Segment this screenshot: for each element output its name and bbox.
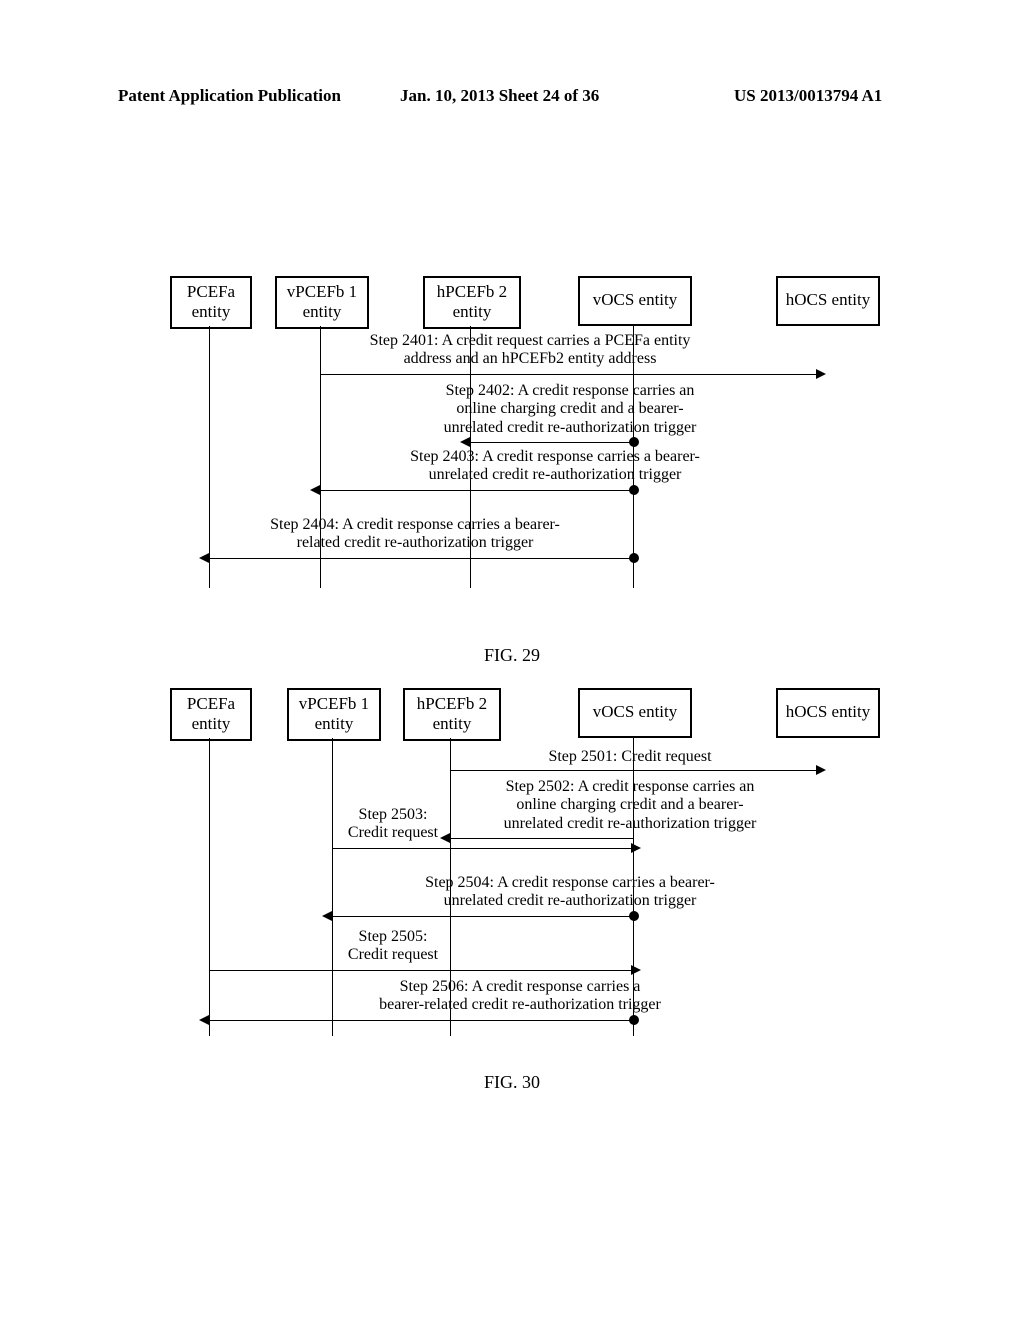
arrow-head	[310, 485, 320, 495]
step-text: Step 2502: A credit response carries ano…	[504, 778, 757, 832]
fig29-step-2401: Step 2401: A credit request carries a PC…	[330, 332, 730, 369]
fig29-step-2403: Step 2403: A credit response carries a b…	[360, 448, 750, 485]
figure-30-label: FIG. 30	[0, 1072, 1024, 1093]
figure-30: PCEFaentity vPCEFb 1entity hPCEFb 2entit…	[170, 688, 890, 1048]
lifeline	[209, 738, 210, 1036]
entity-label: vOCS entity	[593, 290, 678, 309]
header-center: Jan. 10, 2013 Sheet 24 of 36	[400, 86, 599, 106]
entity-label: hPCEFb 2entity	[437, 282, 507, 321]
fig29-step-2404: Step 2404: A credit response carries a b…	[220, 516, 610, 553]
entity-label: vPCEFb 1entity	[299, 694, 369, 733]
arrow	[470, 442, 633, 443]
fig30-entity-vpcefb1: vPCEFb 1entity	[287, 688, 381, 741]
fig29-entity-pcefa: PCEFaentity	[170, 276, 252, 329]
header-right: US 2013/0013794 A1	[734, 86, 882, 106]
arrow-origin-dot	[629, 437, 639, 447]
arrow	[332, 916, 633, 917]
entity-label: PCEFaentity	[187, 282, 235, 321]
arrow	[450, 838, 633, 839]
arrow-head	[631, 965, 641, 975]
figure-29: PCEFaentity vPCEFb 1entity hPCEFb 2entit…	[170, 276, 890, 596]
arrow	[332, 848, 633, 849]
step-text: Step 2504: A credit response carries a b…	[425, 874, 715, 909]
lifeline	[209, 326, 210, 588]
fig-label-text: FIG. 30	[484, 1072, 540, 1092]
step-text: Step 2501: Credit request	[548, 748, 711, 765]
entity-label: vOCS entity	[593, 702, 678, 721]
fig30-step-2501: Step 2501: Credit request	[500, 748, 760, 766]
fig30-step-2503: Step 2503:Credit request	[328, 806, 458, 843]
fig30-step-2505: Step 2505:Credit request	[328, 928, 458, 965]
fig-label-text: FIG. 29	[484, 645, 540, 665]
fig29-entity-vpcefb1: vPCEFb 1entity	[275, 276, 369, 329]
fig29-entity-hocs: hOCS entity	[776, 276, 880, 326]
arrow-head	[199, 553, 209, 563]
entity-label: vPCEFb 1entity	[287, 282, 357, 321]
arrow	[209, 970, 633, 971]
entity-label: hOCS entity	[786, 290, 871, 309]
fig30-entity-vocs: vOCS entity	[578, 688, 692, 738]
fig30-entity-hpcefb2: hPCEFb 2entity	[403, 688, 501, 741]
step-text: Step 2403: A credit response carries a b…	[410, 448, 700, 483]
arrow	[209, 558, 633, 559]
fig30-entity-pcefa: PCEFaentity	[170, 688, 252, 741]
arrow-head	[631, 843, 641, 853]
step-text: Step 2505:Credit request	[348, 928, 438, 963]
arrow-origin-dot	[629, 485, 639, 495]
fig30-step-2502: Step 2502: A credit response carries ano…	[460, 778, 800, 833]
header-left: Patent Application Publication	[118, 86, 341, 106]
entity-label: hOCS entity	[786, 702, 871, 721]
arrow	[450, 770, 818, 771]
fig30-step-2504: Step 2504: A credit response carries a b…	[375, 874, 765, 911]
step-text: Step 2401: A credit request carries a PC…	[370, 332, 691, 367]
fig29-entity-vocs: vOCS entity	[578, 276, 692, 326]
arrow-origin-dot	[629, 1015, 639, 1025]
arrow-origin-dot	[629, 911, 639, 921]
entity-label: PCEFaentity	[187, 694, 235, 733]
fig30-entity-hocs: hOCS entity	[776, 688, 880, 738]
step-text: Step 2402: A credit response carries ano…	[444, 382, 697, 436]
arrow-origin-dot	[629, 553, 639, 563]
arrow	[320, 374, 818, 375]
arrow-head	[322, 911, 332, 921]
fig30-step-2506: Step 2506: A credit response carries abe…	[320, 978, 720, 1015]
fig29-step-2402: Step 2402: A credit response carries ano…	[400, 382, 740, 437]
step-text: Step 2506: A credit response carries abe…	[379, 978, 661, 1013]
arrow	[320, 490, 633, 491]
step-text: Step 2503:Credit request	[348, 806, 438, 841]
entity-label: hPCEFb 2entity	[417, 694, 487, 733]
arrow-head	[460, 437, 470, 447]
arrow-head	[816, 369, 826, 379]
arrow	[209, 1020, 633, 1021]
figure-29-label: FIG. 29	[0, 645, 1024, 666]
arrow-head	[199, 1015, 209, 1025]
arrow-head	[816, 765, 826, 775]
step-text: Step 2404: A credit response carries a b…	[270, 516, 560, 551]
fig29-entity-hpcefb2: hPCEFb 2entity	[423, 276, 521, 329]
